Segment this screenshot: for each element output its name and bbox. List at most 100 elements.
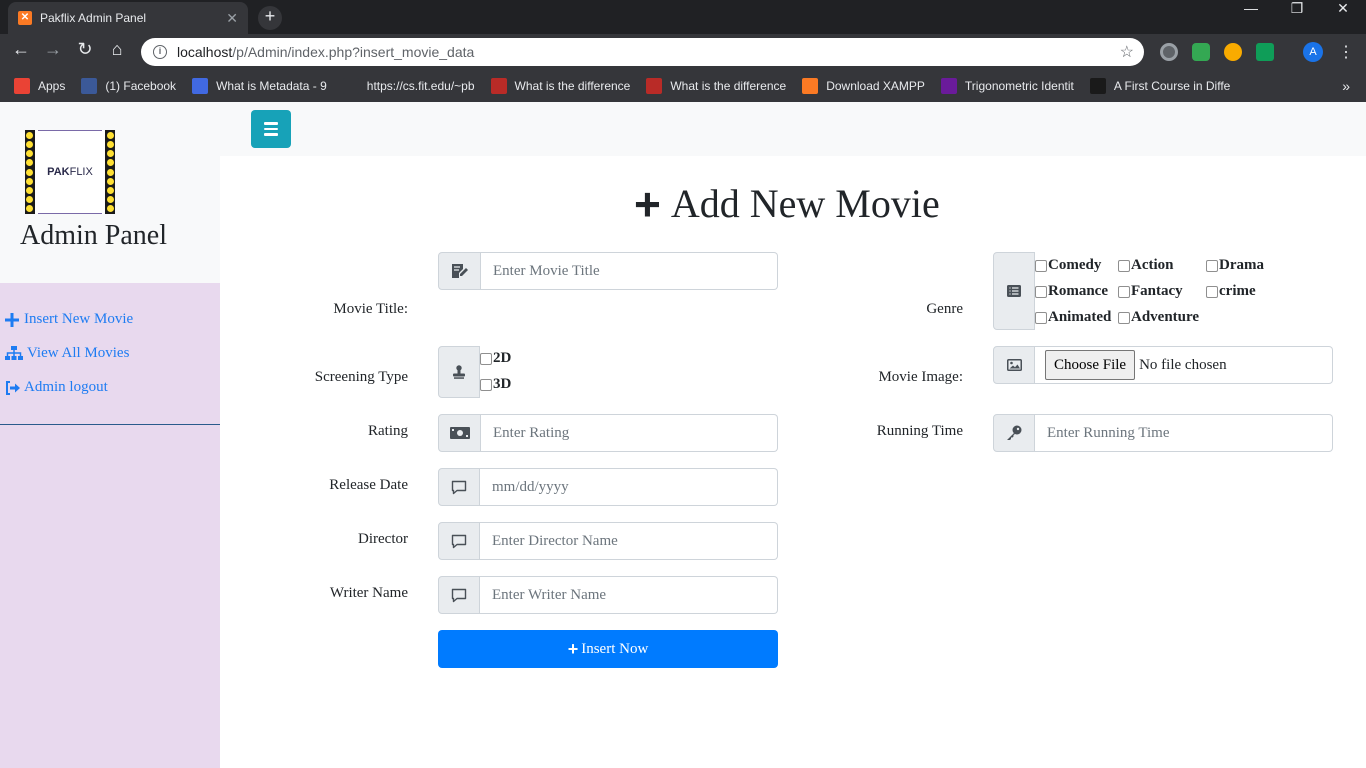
restore-button[interactable]: ❐ xyxy=(1274,0,1320,32)
chrome-menu-icon[interactable]: ⋮ xyxy=(1338,42,1354,62)
extension-face-icon[interactable] xyxy=(1224,43,1242,61)
reload-button[interactable]: ↻ xyxy=(72,39,98,65)
facebook-icon xyxy=(81,78,98,94)
sidebar-item-logout[interactable]: Admin logout xyxy=(5,379,108,396)
stamp-icon xyxy=(438,346,480,398)
bookmarks-overflow-icon[interactable]: » xyxy=(1342,78,1350,94)
sidebar-toggle-button[interactable] xyxy=(251,110,291,148)
xampp-favicon-icon: ✕ xyxy=(18,11,32,25)
movie-title-label: Movie Title: xyxy=(333,301,408,317)
genre-checkbox-comedy[interactable]: Comedy xyxy=(1035,257,1101,274)
bookmark-label: Apps xyxy=(38,79,66,93)
screening-checkbox-2d[interactable]: 2D xyxy=(480,350,511,367)
screening-checkbox-3d[interactable]: 3D xyxy=(480,376,511,393)
director-group xyxy=(438,522,778,560)
money-bill-icon xyxy=(438,414,481,452)
genre-checkbox-drama[interactable]: Drama xyxy=(1206,257,1264,274)
genre-checkbox-adventure[interactable]: Adventure xyxy=(1118,309,1199,326)
rating-label: Rating xyxy=(368,423,408,439)
insert-now-label: Insert Now xyxy=(581,640,649,657)
sidebar: Insert New Movie View All Movies Admin l… xyxy=(0,283,220,768)
genre-checkbox-animated[interactable]: Animated xyxy=(1035,309,1111,326)
bookmark-item[interactable]: What is the difference xyxy=(490,78,631,94)
bookmark-label: Download XAMPP xyxy=(826,79,925,93)
extension-circle-icon[interactable] xyxy=(1160,43,1178,61)
admin-panel-title: Admin Panel xyxy=(20,220,167,251)
extension-shield-icon[interactable] xyxy=(1256,43,1274,61)
bookmark-label: What is Metadata - 9 xyxy=(216,79,327,93)
running-time-group xyxy=(993,414,1333,452)
browser-toolbar: ← → ↻ ⌂ i localhost/p/Admin/index.php?in… xyxy=(0,34,1366,70)
tab-close-icon[interactable]: ✕ xyxy=(226,10,238,27)
rating-input[interactable] xyxy=(481,414,778,452)
sitemap-icon xyxy=(5,346,23,361)
plus-icon: + xyxy=(634,177,661,230)
bookmark-item[interactable]: What is the difference xyxy=(646,78,786,94)
rating-group xyxy=(438,414,778,452)
release-date-group xyxy=(438,468,778,506)
comment-icon xyxy=(438,522,480,560)
plus-icon xyxy=(5,312,19,327)
profile-avatar[interactable]: A xyxy=(1303,42,1323,62)
sidebar-header: PAKFLIX Admin Panel xyxy=(0,102,220,283)
info-icon[interactable]: i xyxy=(153,45,167,59)
page-heading: + Add New Movie xyxy=(634,180,940,227)
scribd-icon xyxy=(1089,78,1106,94)
edit-document-icon xyxy=(438,252,481,290)
forward-button[interactable]: → xyxy=(40,39,66,65)
bookmark-item[interactable]: https://cs.fit.edu/~pb xyxy=(342,78,475,94)
sidebar-item-insert-movie[interactable]: Insert New Movie xyxy=(5,311,133,328)
genre-checkbox-fantacy[interactable]: Fantacy xyxy=(1118,283,1183,300)
bookmark-item[interactable]: Apps xyxy=(14,78,65,94)
running-time-label: Running Time xyxy=(876,423,963,439)
genre-checkbox-action[interactable]: Action xyxy=(1118,257,1174,274)
address-bar[interactable]: i localhost/p/Admin/index.php?insert_mov… xyxy=(141,38,1144,66)
comment-icon xyxy=(438,576,480,614)
writer-name-label: Writer Name xyxy=(329,585,408,601)
director-input[interactable] xyxy=(480,522,778,560)
file-status-text: No file chosen xyxy=(1139,356,1227,373)
genre-checkbox-crime[interactable]: crime xyxy=(1206,283,1256,300)
window-close-button[interactable]: ✕ xyxy=(1320,0,1366,32)
screening-type-label: Screening Type xyxy=(314,369,408,385)
movie-image-label: Movie Image: xyxy=(878,369,963,385)
sidebar-item-label: View All Movies xyxy=(27,345,130,361)
bookmark-item[interactable]: (1) Facebook xyxy=(81,78,176,94)
release-date-label: Release Date xyxy=(329,477,408,493)
browser-tab[interactable]: ✕ Pakflix Admin Panel ✕ xyxy=(8,2,248,34)
insert-now-button[interactable]: + Insert Now xyxy=(438,630,778,668)
choose-file-button[interactable]: Choose File xyxy=(1045,350,1136,380)
bookmark-item[interactable]: Download XAMPP xyxy=(802,78,925,94)
key-icon xyxy=(993,414,1035,452)
extension-drive-icon[interactable] xyxy=(1192,43,1210,61)
bookmark-item[interactable]: A First Course in Diffe xyxy=(1089,78,1230,94)
top-navbar xyxy=(220,102,1366,156)
home-button[interactable]: ⌂ xyxy=(104,39,130,65)
url-path: /p/Admin/index.php?insert_movie_data xyxy=(232,44,475,60)
release-date-input[interactable] xyxy=(480,468,778,506)
bookmark-label: https://cs.fit.edu/~pb xyxy=(366,79,475,93)
sidebar-divider xyxy=(0,424,220,425)
bookmark-label: Trigonometric Identit xyxy=(964,79,1074,93)
writer-name-input[interactable] xyxy=(480,576,778,614)
page-heading-text: Add New Movie xyxy=(670,181,940,226)
bookmark-star-icon[interactable]: ☆ xyxy=(1120,42,1134,62)
xampp-icon xyxy=(802,78,819,94)
minimize-button[interactable]: — xyxy=(1228,0,1274,32)
image-icon xyxy=(993,346,1035,384)
bookmark-item[interactable]: What is Metadata - 9 xyxy=(192,78,327,94)
running-time-input[interactable] xyxy=(1035,414,1333,452)
movie-title-input[interactable] xyxy=(481,252,778,290)
comment-icon xyxy=(438,468,480,506)
doc-icon xyxy=(192,78,209,94)
bookmark-item[interactable]: Trigonometric Identit xyxy=(940,78,1074,94)
pm-icon xyxy=(940,78,957,94)
sidebar-item-view-movies[interactable]: View All Movies xyxy=(5,345,129,362)
back-button[interactable]: ← xyxy=(8,39,34,65)
genre-checkbox-romance[interactable]: Romance xyxy=(1035,283,1108,300)
movie-image-file-input[interactable]: Choose File No file chosen xyxy=(1035,346,1333,384)
bookmark-label: What is the difference xyxy=(514,79,631,93)
logo-text-bold: PAK xyxy=(47,166,70,178)
new-tab-button[interactable]: + xyxy=(258,6,282,30)
bookmarks-bar: Apps (1) Facebook What is Metadata - 9 http… xyxy=(0,70,1366,102)
